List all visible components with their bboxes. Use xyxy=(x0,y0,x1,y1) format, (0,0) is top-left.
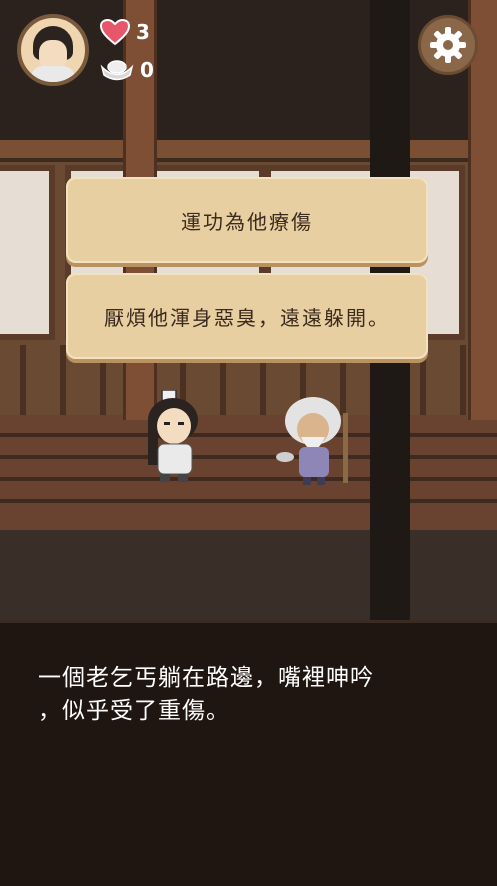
choice-heal-label: 運功為他療傷 xyxy=(181,209,313,234)
silver-value: 0 xyxy=(140,58,154,82)
silver-counter: 0 xyxy=(100,58,154,82)
narration-panel[interactable]: 一個老乞丐躺在路邊，嘴裡呻吟 ，似乎受了重傷。 xyxy=(0,620,497,886)
settings-button[interactable] xyxy=(418,15,478,75)
choice-heal-button[interactable]: 運功為他療傷 xyxy=(66,177,428,263)
paper-screen xyxy=(0,165,55,340)
hearts-counter: 3 xyxy=(100,19,150,45)
choice-avoid-label: 厭煩他渾身惡臭，遠遠躲開。 xyxy=(104,305,390,330)
heart-icon xyxy=(100,19,130,45)
wooden-floor xyxy=(0,415,497,530)
silver-ingot-icon xyxy=(100,60,134,81)
hearts-value: 3 xyxy=(136,20,150,44)
old-beggar-character xyxy=(276,397,348,485)
narration-line-1: 一個老乞丐躺在路邊，嘴裡呻吟 xyxy=(38,665,374,691)
choice-avoid-button[interactable]: 厭煩他渾身惡臭，遠遠躲開。 xyxy=(66,273,428,359)
hero-character xyxy=(148,390,198,482)
floor-shadow xyxy=(0,530,497,620)
player-avatar[interactable] xyxy=(17,14,89,86)
gear-icon xyxy=(430,27,466,63)
narration-line-2: ，似乎受了重傷。 xyxy=(38,698,230,724)
wall-beam xyxy=(0,140,497,162)
wooden-pillar xyxy=(468,0,497,420)
